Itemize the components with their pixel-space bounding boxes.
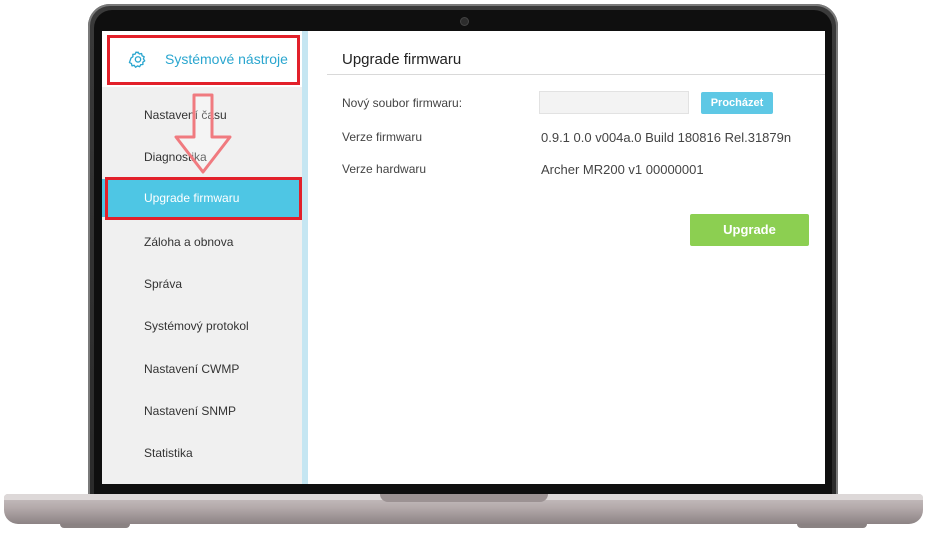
- page-title: Upgrade firmwaru: [342, 51, 462, 68]
- firmware-version-label: Verze firmwaru: [342, 130, 423, 144]
- sidebar-scroll-stripe: [302, 31, 308, 484]
- laptop-foot-right: [797, 524, 867, 528]
- title-divider: [327, 74, 825, 75]
- sidebar-item-administration[interactable]: Správa: [102, 265, 302, 303]
- sidebar-item-statistics[interactable]: Statistika: [102, 434, 302, 472]
- sidebar-item-system-log[interactable]: Systémový protokol: [102, 307, 302, 345]
- webcam-icon: [461, 18, 468, 25]
- upgrade-button[interactable]: Upgrade: [690, 214, 809, 246]
- sidebar-item-backup-restore[interactable]: Záloha a obnova: [102, 223, 302, 261]
- active-item-highlight: [105, 177, 302, 220]
- laptop-foot-left: [60, 524, 130, 528]
- hardware-version-value: Archer MR200 v1 00000001: [541, 162, 704, 177]
- sidebar-header-highlight: [107, 35, 300, 85]
- firmware-version-value: 0.9.1 0.0 v004a.0 Build 180816 Rel.31879…: [541, 130, 792, 145]
- browse-button[interactable]: Procházet: [701, 92, 773, 114]
- hardware-version-label: Verze hardwaru: [342, 162, 427, 176]
- firmware-file-input[interactable]: [539, 91, 689, 114]
- sidebar-item-cwmp-settings[interactable]: Nastavení CWMP: [102, 350, 302, 388]
- laptop-opening-notch: [380, 494, 548, 502]
- sidebar-item-snmp-settings[interactable]: Nastavení SNMP: [102, 392, 302, 430]
- down-arrow-icon: [174, 93, 232, 174]
- new-firmware-file-label: Nový soubor firmwaru:: [342, 96, 463, 110]
